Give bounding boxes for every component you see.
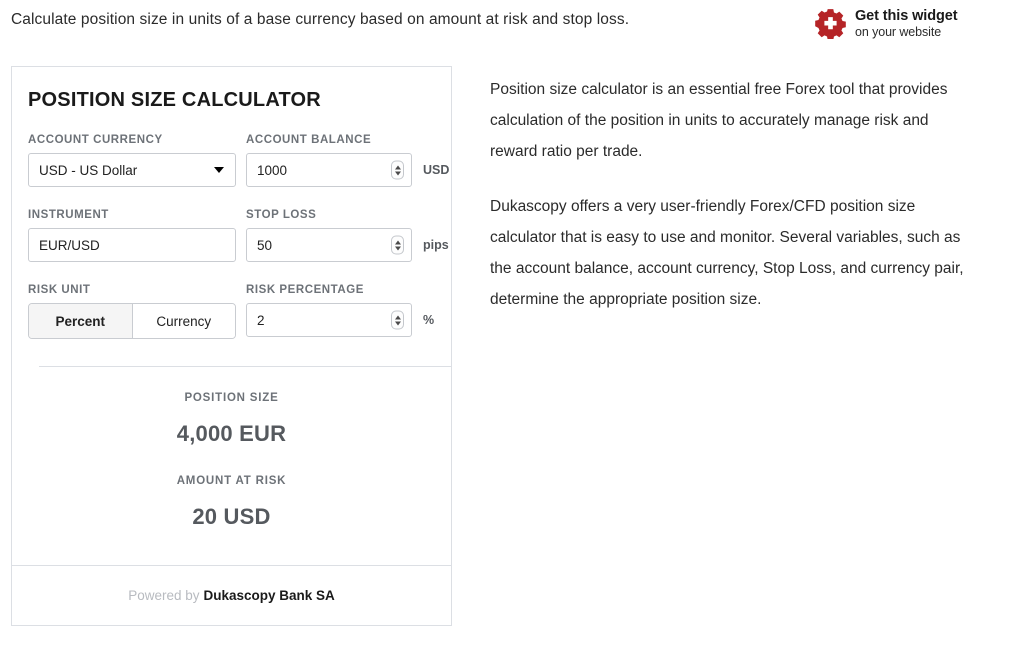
amount-at-risk-block: AMOUNT AT RISK 20 USD — [28, 475, 435, 530]
widget-badge-line1: Get this widget — [855, 8, 958, 24]
position-size-calculator-panel: POSITION SIZE CALCULATOR ACCOUNT CURRENC… — [11, 66, 452, 626]
account-balance-field: ACCOUNT BALANCE USD — [246, 134, 449, 187]
calculator-body: POSITION SIZE CALCULATOR ACCOUNT CURRENC… — [12, 67, 451, 530]
risk-percentage-unit: % — [423, 313, 435, 327]
position-size-label: POSITION SIZE — [184, 392, 279, 404]
account-balance-stepper[interactable] — [391, 160, 404, 180]
field-row-currency-balance: ACCOUNT CURRENCY USD - US Dollar ACCOUNT… — [28, 134, 449, 187]
stepper-down-icon[interactable] — [394, 321, 401, 325]
risk-unit-field: RISK UNIT Percent Currency — [28, 284, 236, 339]
widget-badge-label: Get this widget on your website — [855, 7, 958, 39]
instrument-input[interactable] — [28, 228, 236, 262]
instrument-label: INSTRUMENT — [28, 209, 109, 221]
page-header: Calculate position size in units of a ba… — [0, 0, 1018, 50]
stop-loss-field: STOP LOSS pips — [246, 209, 449, 262]
risk-percentage-field: RISK PERCENTAGE % — [246, 284, 434, 339]
chevron-down-icon — [214, 167, 224, 173]
amount-at-risk-label: AMOUNT AT RISK — [176, 475, 287, 487]
instrument-input-wrap — [28, 228, 236, 262]
stepper-down-icon[interactable] — [394, 246, 401, 250]
risk-percentage-input-wrap — [246, 303, 412, 337]
stop-loss-control: pips — [246, 228, 449, 262]
calculator-footer: Powered by Dukascopy Bank SA — [12, 565, 451, 625]
risk-unit-option-currency[interactable]: Currency — [132, 304, 235, 338]
brand-name[interactable]: Dukascopy Bank SA — [204, 588, 335, 603]
account-currency-value: USD - US Dollar — [39, 162, 138, 178]
gear-icon — [815, 8, 846, 39]
stepper-down-icon[interactable] — [394, 171, 401, 175]
risk-percentage-stepper[interactable] — [391, 310, 404, 330]
risk-unit-label: RISK UNIT — [28, 284, 91, 296]
stepper-up-icon[interactable] — [394, 315, 401, 319]
powered-by-text: Powered by — [128, 588, 200, 603]
risk-percentage-input[interactable] — [246, 303, 412, 337]
risk-percentage-control: % — [246, 303, 434, 337]
description-section: Position size calculator is an essential… — [490, 74, 968, 339]
account-balance-input-wrap — [246, 153, 412, 187]
account-balance-unit: USD — [423, 163, 450, 177]
account-currency-field: ACCOUNT CURRENCY USD - US Dollar — [28, 134, 236, 187]
account-balance-control: USD — [246, 153, 449, 187]
field-row-riskunit-riskpct: RISK UNIT Percent Currency RISK PERCENTA… — [28, 284, 435, 339]
widget-badge-line2: on your website — [855, 24, 942, 39]
get-widget-badge[interactable]: Get this widget on your website — [815, 7, 958, 39]
page-title: POSITION SIZE CALCULATOR — [28, 89, 321, 111]
stop-loss-unit: pips — [423, 238, 449, 252]
risk-percentage-label: RISK PERCENTAGE — [246, 284, 364, 296]
results-section: POSITION SIZE 4,000 EUR AMOUNT AT RISK 2… — [28, 367, 435, 530]
stepper-up-icon[interactable] — [394, 240, 401, 244]
intro-text: Calculate position size in units of a ba… — [11, 11, 630, 28]
risk-unit-option-percent[interactable]: Percent — [29, 304, 133, 338]
account-currency-label: ACCOUNT CURRENCY — [28, 134, 163, 146]
stop-loss-label: STOP LOSS — [246, 209, 317, 221]
risk-unit-toggle-group: Percent Currency — [28, 303, 236, 339]
stop-loss-stepper[interactable] — [391, 235, 404, 255]
position-size-value: 4,000 EUR — [176, 421, 287, 446]
stop-loss-input[interactable] — [246, 228, 412, 262]
instrument-field: INSTRUMENT — [28, 209, 236, 262]
stepper-up-icon[interactable] — [394, 165, 401, 169]
description-paragraph-2: Dukascopy offers a very user-friendly Fo… — [490, 198, 964, 308]
account-currency-select[interactable]: USD - US Dollar — [28, 153, 236, 187]
description-paragraph-1: Position size calculator is an essential… — [490, 81, 948, 160]
field-row-instrument-stoploss: INSTRUMENT STOP LOSS pips — [28, 209, 449, 262]
stop-loss-input-wrap — [246, 228, 412, 262]
amount-at-risk-value: 20 USD — [192, 504, 271, 529]
account-balance-label: ACCOUNT BALANCE — [246, 134, 372, 146]
account-balance-input[interactable] — [246, 153, 412, 187]
